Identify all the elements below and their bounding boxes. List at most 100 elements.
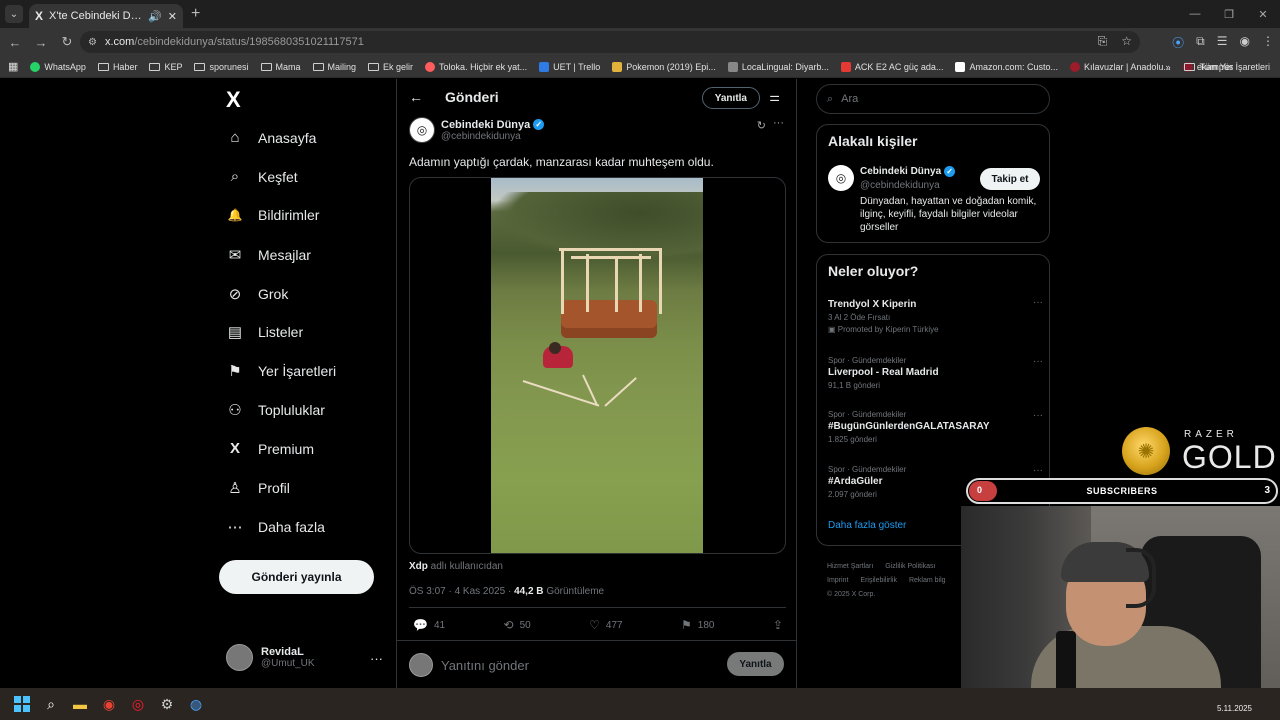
bookmark-item[interactable]: Kılavuzlar | Anadolu...: [1070, 61, 1171, 72]
forward-icon[interactable]: →: [30, 35, 52, 50]
tab-search-icon[interactable]: ⌄: [5, 5, 23, 23]
sidebar-item-premium[interactable]: X Premium: [226, 440, 314, 457]
account-switcher[interactable]: RevidaL @Umut_UK: [226, 644, 315, 671]
new-tab-button[interactable]: +: [191, 5, 200, 23]
bookmark-item[interactable]: UET | Trello: [539, 61, 600, 72]
extension-icon[interactable]: ⦿: [1172, 34, 1184, 51]
post-button[interactable]: Gönderi yayınla: [219, 560, 374, 594]
app-icon[interactable]: ◍: [184, 692, 208, 716]
footer-link[interactable]: Reklam bilg: [909, 574, 946, 588]
start-button[interactable]: [10, 692, 34, 716]
apps-icon[interactable]: ▦: [8, 60, 18, 73]
like-action[interactable]: ♡ 477: [589, 618, 622, 632]
bookmark-item[interactable]: ACK E2 AC güç ada...: [840, 61, 943, 72]
trend-more-icon[interactable]: ···: [1033, 297, 1043, 308]
close-window-icon[interactable]: ✕: [1246, 0, 1280, 28]
bookmark-item[interactable]: Haber: [97, 62, 137, 72]
settings-sliders-icon[interactable]: ⚌: [769, 90, 780, 104]
sidebar-item-messages[interactable]: ✉ Mesajlar: [226, 246, 311, 264]
trend-item[interactable]: Trendyol X Kiperin 3 Al 2 Öde Fırsatı ▣ …: [828, 297, 1043, 334]
minimize-icon[interactable]: —: [1178, 0, 1212, 28]
footer-link[interactable]: Erişilebilirlik: [860, 574, 897, 588]
sidebar-item-grok[interactable]: ⊘ Grok: [226, 285, 289, 303]
back-icon[interactable]: ←: [4, 35, 26, 50]
follow-button[interactable]: Takip et: [980, 168, 1040, 190]
reply-header-button[interactable]: Yanıtla: [701, 87, 760, 109]
taskbar-clock[interactable]: 5.11.2025: [1217, 704, 1252, 713]
sidebar-item-communities[interactable]: ⚇ Topluluklar: [226, 401, 325, 419]
post-time[interactable]: ÖS 3:07 · 4 Kas 2025 ·: [409, 586, 514, 597]
author-handle[interactable]: @cebindekidunya: [441, 131, 544, 142]
puzzle-icon[interactable]: ⧉: [1196, 34, 1205, 51]
bookmark-item[interactable]: Toloka. Hiçbir ek yat...: [425, 61, 527, 72]
all-bookmarks-button[interactable]: Tüm Yer İşaretleri: [1184, 62, 1270, 72]
footer-link[interactable]: Imprint: [827, 574, 848, 588]
show-more-link[interactable]: Daha fazla göster: [828, 520, 906, 531]
share-action[interactable]: ⇪: [773, 618, 783, 632]
profile-icon[interactable]: ◉: [1240, 34, 1250, 51]
related-avatar[interactable]: ◎: [828, 165, 854, 191]
sidebar-item-explore[interactable]: ⌕ Keşfet: [226, 168, 298, 185]
trend-more-icon[interactable]: ···: [1033, 356, 1043, 367]
source-user[interactable]: Xdp: [409, 561, 428, 572]
sidebar-item-notifications[interactable]: 🔔 Bildirimler: [226, 207, 320, 223]
trend-item[interactable]: Spor · Gündemdekiler #BugünGünlerdenGALA…: [828, 410, 1043, 444]
bookmark-item[interactable]: Pokemon (2019) Epi...: [612, 61, 716, 72]
bookmark-item[interactable]: KEP: [149, 62, 182, 72]
post-media[interactable]: [409, 177, 786, 554]
audio-icon[interactable]: 🔊: [148, 10, 162, 23]
related-name[interactable]: Cebindeki Dünya: [860, 166, 941, 177]
taskbar-search-icon[interactable]: ⌕: [39, 692, 63, 716]
post-more-icon[interactable]: ···: [773, 117, 784, 129]
x-logo-icon[interactable]: X: [226, 87, 241, 113]
video-player[interactable]: [491, 178, 703, 553]
sidebar-item-bookmarks[interactable]: ⚑ Yer İşaretleri: [226, 362, 336, 380]
url-input[interactable]: ⚙ x.com/cebindekidunya/status/1985680351…: [80, 31, 1140, 53]
bookmark-item[interactable]: sporunesi: [194, 62, 249, 72]
reply-submit-button[interactable]: Yanıtla: [727, 652, 784, 676]
file-explorer-icon[interactable]: ▬: [68, 692, 92, 716]
grok-explain-icon[interactable]: ↻: [757, 119, 766, 132]
crown-icon: [612, 61, 623, 72]
steam-icon[interactable]: ⚙: [155, 692, 179, 716]
site-info-icon[interactable]: ⚙: [88, 37, 97, 48]
related-handle[interactable]: @cebindekidunya: [860, 180, 940, 191]
trend-more-icon[interactable]: ···: [1033, 465, 1043, 476]
bookmark-item[interactable]: WhatsApp: [30, 61, 86, 72]
sidebar-item-profile[interactable]: ♙ Profil: [226, 479, 290, 497]
bookmark-action[interactable]: ⚑ 180: [681, 618, 714, 632]
sidebar-item-lists[interactable]: ▤ Listeler: [226, 323, 303, 341]
opera-icon[interactable]: ◎: [126, 692, 150, 716]
author-name[interactable]: Cebindeki Dünya: [441, 119, 530, 131]
trend-more-icon[interactable]: ···: [1033, 410, 1043, 421]
maximize-icon[interactable]: ❐: [1212, 0, 1246, 28]
author-avatar[interactable]: ◎: [409, 117, 435, 143]
menu-icon[interactable]: ⋮: [1262, 34, 1274, 51]
reply-input[interactable]: Yanıtını gönder: [441, 658, 529, 673]
back-arrow-icon[interactable]: ←: [409, 89, 423, 105]
bookmark-item[interactable]: Amazon.com: Custo...: [955, 61, 1058, 72]
browser-tab[interactable]: X X'te Cebindeki Dünya: "Ada 🔊 ✕: [29, 4, 183, 28]
footer-link[interactable]: Hizmet Şartları: [827, 560, 873, 574]
bookmark-item[interactable]: Mailing: [312, 62, 356, 72]
reply-action[interactable]: 💬 41: [413, 618, 445, 632]
bookmark-item[interactable]: Ek gelir: [368, 62, 413, 72]
bookmark-star-icon[interactable]: ☆: [1121, 34, 1132, 49]
bookmark-item[interactable]: LocaLingual: Diyarb...: [727, 61, 829, 72]
sidebar-item-more[interactable]: ⋯ Daha fazla: [226, 518, 325, 536]
repost-action[interactable]: ⟲ 50: [504, 618, 531, 632]
search-input[interactable]: ⌕ Ara: [816, 84, 1050, 114]
toloka-icon: [425, 61, 436, 72]
trend-item[interactable]: Spor · Gündemdekiler Liverpool - Real Ma…: [828, 356, 1043, 390]
install-app-icon[interactable]: ⎘: [1098, 34, 1108, 49]
post-author[interactable]: ◎ Cebindeki Dünya ✓ @cebindekidunya: [409, 117, 545, 143]
bookmark-item[interactable]: Mama: [260, 62, 301, 72]
reload-icon[interactable]: ↻: [56, 34, 78, 50]
account-more-icon[interactable]: ···: [370, 651, 383, 666]
sidebar-item-home[interactable]: ⌂ Anasayfa: [226, 129, 316, 146]
close-tab-icon[interactable]: ✕: [168, 10, 177, 23]
tab-list-icon[interactable]: ☰: [1217, 34, 1228, 51]
more-bookmarks-button[interactable]: »: [1165, 62, 1170, 72]
footer-link[interactable]: Gizlilik Politikası: [885, 560, 935, 574]
chrome-icon[interactable]: ◉: [97, 692, 121, 716]
